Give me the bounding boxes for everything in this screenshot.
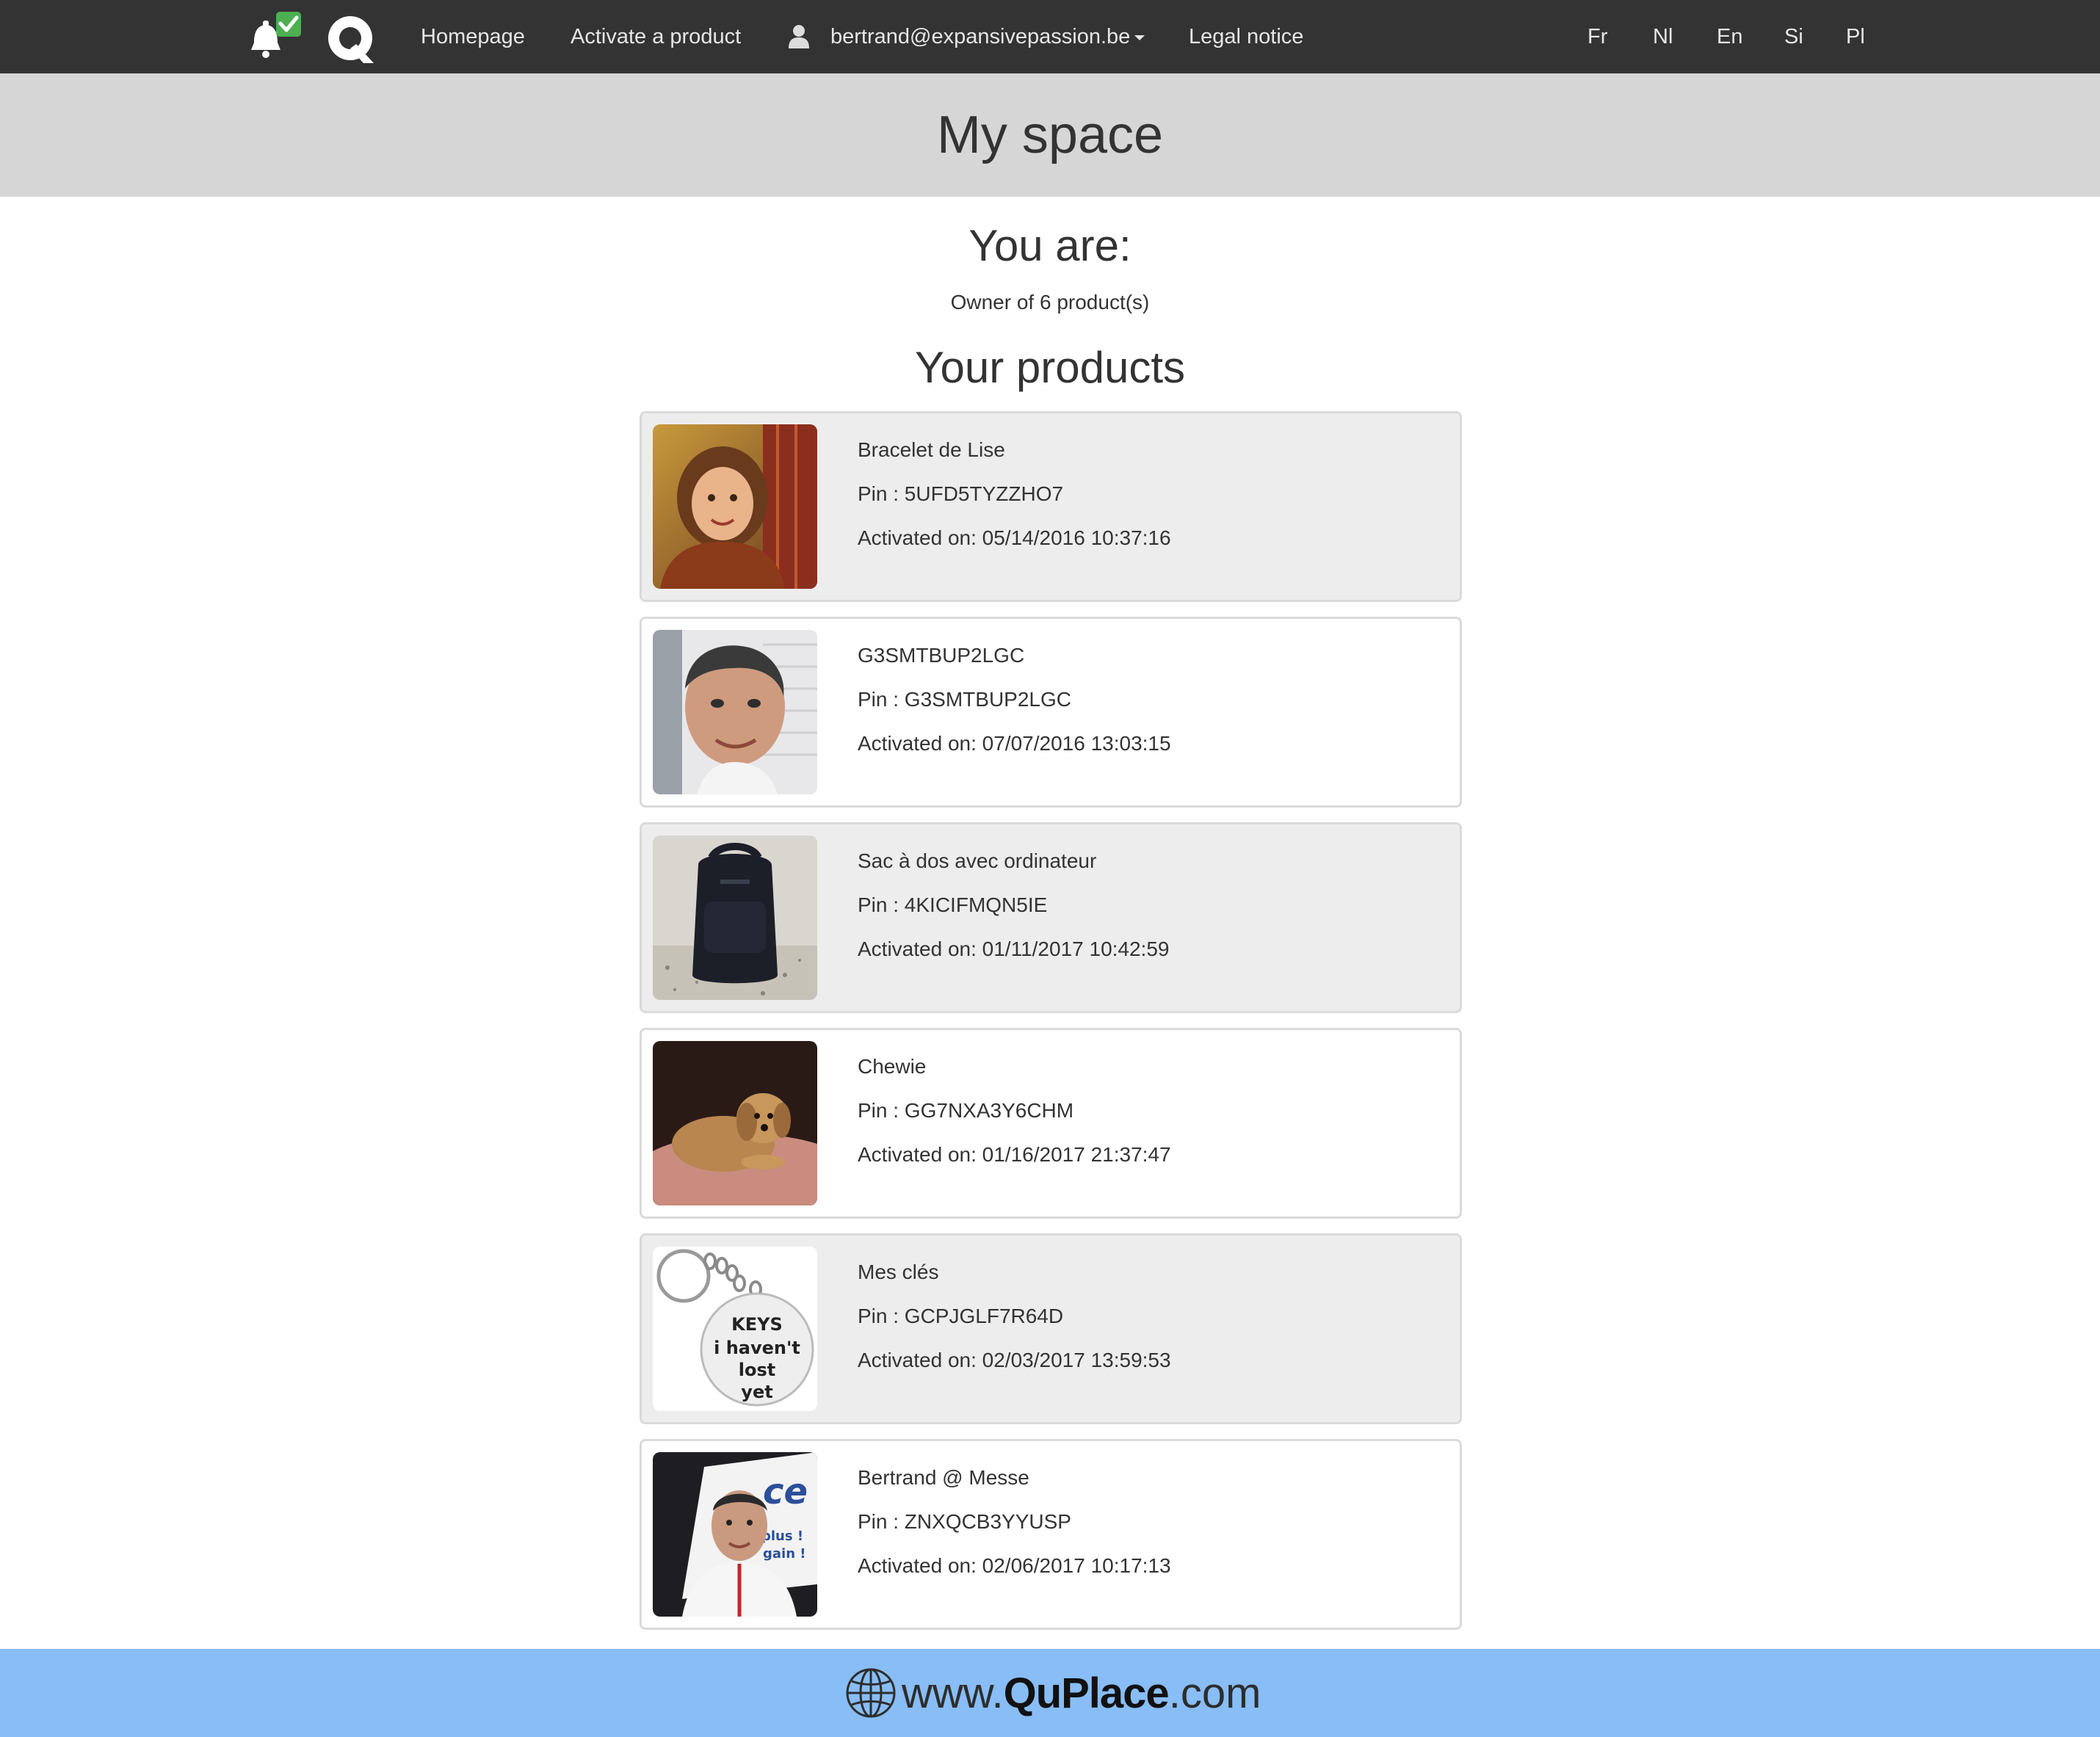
lang-si-link[interactable]: Si (1784, 0, 1803, 73)
user-email: bertrand@expansivepassion.be (830, 25, 1131, 48)
lang-fr-link[interactable]: Fr (1587, 0, 1607, 73)
product-pin: Pin : G3SMTBUP2LGC (858, 688, 1071, 711)
man-at-fair-photo: ce plus ! gain ! (653, 1452, 817, 1617)
page-header-band: My space (0, 73, 2100, 197)
products-heading: Your products (914, 343, 1186, 392)
footer-band: www.QuPlace.com (0, 1649, 2100, 1737)
fair-sign-text-1: ce (763, 1471, 808, 1512)
product-card[interactable]: KEYS i haven't lost yet Mes clés Pin : G… (640, 1233, 1462, 1424)
product-list: Bracelet de Lise Pin : 5UFD5TYZZHO7 Acti… (640, 411, 1462, 1644)
product-activated-date: Activated on: 02/06/2017 10:17:13 (858, 1554, 1171, 1577)
product-activated-date: Activated on: 05/14/2016 10:37:16 (858, 526, 1171, 549)
nav-activate-product-link[interactable]: Activate a product (571, 0, 741, 73)
product-activated-date: Activated on: 01/11/2017 10:42:59 (858, 938, 1170, 960)
user-account-dropdown[interactable]: bertrand@expansivepassion.be (830, 0, 1145, 73)
footer-website-link[interactable]: www.QuPlace.com (844, 1664, 1261, 1722)
product-pin: Pin : GCPJGLF7R64D (858, 1305, 1064, 1327)
product-pin: Pin : GG7NXA3Y6CHM (858, 1099, 1074, 1122)
footer-suffix: .com (1168, 1669, 1261, 1717)
man-portrait-photo (653, 630, 817, 794)
keychain-text-2: i haven't (714, 1338, 800, 1358)
backpack-photo (653, 835, 817, 1000)
dog-photo (653, 1041, 817, 1205)
fair-sign-text-3: gain ! (763, 1546, 806, 1562)
nav-legal-notice-link[interactable]: Legal notice (1189, 0, 1303, 73)
product-card[interactable]: Bracelet de Lise Pin : 5UFD5TYZZHO7 Acti… (640, 411, 1462, 602)
keychain-text-3: lost (739, 1360, 775, 1380)
product-activated-date: Activated on: 02/03/2017 13:59:53 (858, 1349, 1171, 1371)
product-card[interactable]: ce plus ! gain ! Bertrand @ Messe Pin : … (640, 1439, 1462, 1630)
quplace-logo-icon[interactable] (324, 10, 380, 66)
product-activated-date: Activated on: 07/07/2016 13:03:15 (858, 732, 1171, 755)
notification-bell-icon[interactable] (248, 10, 305, 63)
nav-homepage-link[interactable]: Homepage (421, 0, 525, 73)
page-title: My space (936, 106, 1164, 164)
keychain-text-4: yet (741, 1382, 772, 1402)
product-card[interactable]: G3SMTBUP2LGC Pin : G3SMTBUP2LGC Activate… (640, 617, 1462, 808)
product-card[interactable]: Sac à dos avec ordinateur Pin : 4KICIFMQ… (640, 822, 1462, 1013)
product-name[interactable]: Bertrand @ Messe (858, 1465, 1171, 1491)
product-activated-date: Activated on: 01/16/2017 21:37:47 (858, 1143, 1171, 1166)
caret-down-icon (1134, 35, 1145, 40)
product-name[interactable]: Mes clés (858, 1259, 1171, 1285)
lang-en-link[interactable]: En (1717, 0, 1742, 73)
you-are-heading: You are: (968, 221, 1132, 270)
fair-sign-text-2: plus ! (761, 1529, 803, 1544)
girl-portrait-photo (653, 424, 817, 589)
product-name[interactable]: Chewie (858, 1054, 1171, 1080)
product-pin: Pin : ZNXQCB3YYUSP (858, 1510, 1071, 1533)
owner-count-text: Owner of 6 product(s) (950, 291, 1150, 313)
lang-pl-link[interactable]: Pl (1846, 0, 1865, 73)
keychain-photo: KEYS i haven't lost yet (653, 1247, 817, 1411)
product-pin: Pin : 4KICIFMQN5IE (858, 893, 1048, 916)
footer-brand: QuPlace (1003, 1669, 1170, 1717)
top-navbar: Homepage Activate a product bertrand@exp… (0, 0, 2100, 73)
user-icon (789, 25, 809, 48)
globe-icon (846, 1668, 896, 1718)
product-name[interactable]: G3SMTBUP2LGC (858, 642, 1171, 669)
product-card[interactable]: Chewie Pin : GG7NXA3Y6CHM Activated on: … (640, 1028, 1462, 1219)
product-pin: Pin : 5UFD5TYZZHO7 (858, 482, 1064, 505)
keychain-text-1: KEYS (731, 1314, 783, 1335)
product-name[interactable]: Sac à dos avec ordinateur (858, 848, 1169, 874)
lang-nl-link[interactable]: Nl (1653, 0, 1673, 73)
footer-prefix: www. (902, 1669, 1004, 1717)
product-name[interactable]: Bracelet de Lise (858, 437, 1171, 463)
